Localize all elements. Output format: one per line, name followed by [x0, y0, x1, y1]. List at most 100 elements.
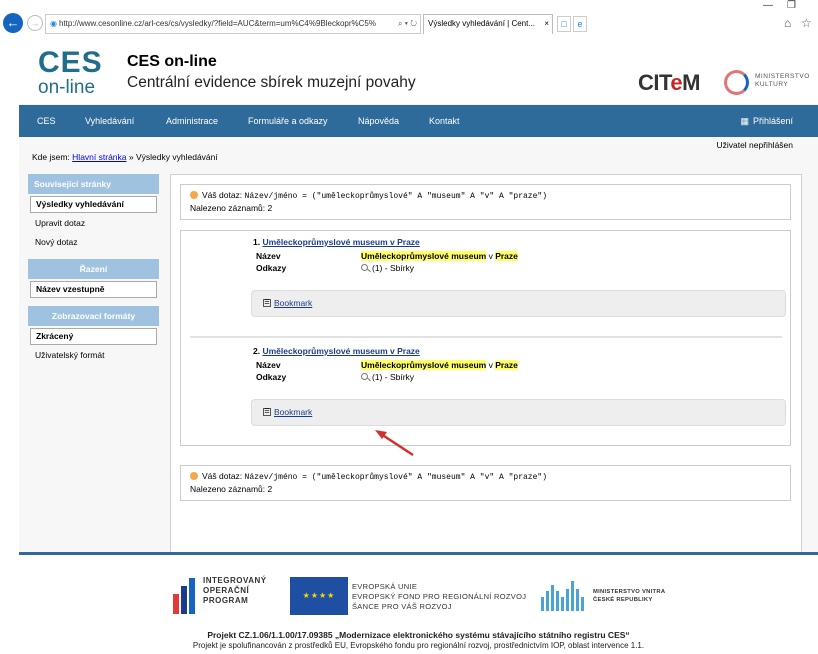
query-label: Váš dotaz: [202, 471, 243, 481]
citem-logo-e: e [670, 70, 683, 95]
address-bar[interactable]: ◉ http://www.cesonline.cz/arl-ces/cs/vysl… [45, 14, 421, 34]
iop-logo: INTEGROVANÝ OPERAČNÍ PROGRAM [173, 576, 273, 616]
found-count: 2 [267, 484, 273, 494]
tab-title: Výsledky vyhledávání | Cent... [428, 19, 536, 28]
bookmark-icon: ☰ [263, 408, 271, 416]
result-name-highlight: Praze [495, 251, 518, 261]
nav-item-administrace[interactable]: Administrace [166, 105, 218, 137]
sidebar-item-format-short[interactable]: Zkrácený [30, 328, 157, 345]
citem-logo-post: M [682, 70, 700, 95]
browser-chrome: ← → ◉ http://www.cesonline.cz/arl-ces/cs/… [0, 0, 818, 36]
site-header: CES on-line CES on-line Centrální eviden… [19, 36, 818, 104]
login-icon: ▦ [740, 116, 749, 126]
url-text: http://www.cesonline.cz/arl-ces/cs/vysle… [58, 19, 376, 28]
ministry-line2: KULTURY [755, 80, 789, 88]
mv-line: ČESKÉ REPUBLIKY [593, 596, 653, 603]
favorites-star-icon[interactable]: ☆ [801, 16, 812, 30]
ces-logo[interactable]: CES on-line [38, 46, 103, 98]
query-expression: Název/jméno = ("uměleckoprůmyslové" A "m… [244, 473, 547, 482]
sidebar-sorting-title: Řazení [28, 259, 159, 279]
eu-line: EVROPSKÝ FOND PRO REGIONÁLNÍ ROZVOJ [352, 591, 527, 601]
ministry-interior-text: MINISTERSTVO VNITRA ČESKÉ REPUBLIKY [593, 589, 665, 604]
tab-close-icon[interactable]: × [544, 15, 549, 33]
back-button[interactable]: ← [3, 13, 23, 33]
eu-stars-icon: ★★★★ [302, 591, 336, 600]
ie-icon: ◉ [50, 19, 57, 28]
found-line: Nalezeno záznamů: 2 [190, 483, 781, 496]
result-number: 2. [253, 346, 261, 356]
bookmark-link[interactable]: Bookmark [274, 407, 312, 417]
sidebar-item-new-query[interactable]: Nový dotaz [30, 234, 157, 251]
browser-tab[interactable]: Výsledky vyhledávání | Cent... × [423, 14, 553, 34]
result-title: 1. Uměleckoprůmyslové museum v Praze [253, 237, 420, 247]
breadcrumb-current: Výsledky vyhledávání [136, 152, 218, 162]
ie-tab-icon[interactable]: e [573, 16, 587, 32]
query-line: Váš dotaz: Název/jméno = ("uměleckoprůmy… [190, 189, 781, 202]
ministry-line1: MINISTERSTVO [755, 73, 810, 80]
query-box-bottom: Váš dotaz: Název/jméno = ("uměleckoprůmy… [180, 465, 791, 501]
result-title-link[interactable]: Uměleckoprůmyslové museum v Praze [262, 346, 419, 356]
nav-item-ces[interactable]: CES [37, 105, 56, 137]
result-name-mid: v [488, 251, 493, 261]
result-title-link[interactable]: Uměleckoprůmyslové museum v Praze [262, 237, 419, 247]
home-icon[interactable]: ⌂ [784, 16, 791, 30]
nav-item-napoveda[interactable]: Nápověda [358, 105, 399, 137]
magnifier-icon [361, 264, 368, 271]
result-refs-value[interactable]: (1) - Sbírky [361, 263, 414, 273]
citem-logo[interactable]: CITeM [638, 70, 700, 96]
eu-line: EVROPSKÁ UNIE [352, 582, 418, 591]
eu-text: EVROPSKÁ UNIE EVROPSKÝ FOND PRO REGIONÁL… [352, 582, 526, 611]
result-refs-text: (1) - Sbírky [372, 263, 415, 273]
project-note: Projekt je spolufinancován z prostředků … [192, 641, 645, 650]
sidebar-item-results[interactable]: Výsledky vyhledávání [30, 196, 157, 213]
login-label: Přihlášení [752, 116, 793, 126]
logo-line2: on-line [38, 77, 96, 98]
breadcrumb-separator: » [128, 152, 134, 162]
logo-line1: CES [38, 46, 103, 79]
found-label: Nalezeno záznamů: [190, 203, 266, 213]
query-label: Váš dotaz: [202, 190, 243, 200]
ministry-culture-logo-icon [724, 70, 749, 95]
annotation-arrow-icon [375, 430, 414, 457]
result-title: 2. Uměleckoprůmyslové museum v Praze [253, 346, 420, 356]
breadcrumb-prefix: Kde jsem: [32, 152, 70, 162]
query-line: Váš dotaz: Název/jméno = ("uměleckoprůmy… [190, 470, 781, 483]
query-box-top: Váš dotaz: Název/jméno = ("uměleckoprůmy… [180, 184, 791, 220]
result-name-label: Název [256, 360, 281, 370]
sidebar-item-format-user[interactable]: Uživatelský formát [30, 347, 157, 364]
sidebar: Související stránky Výsledky vyhledávání… [28, 174, 159, 372]
breadcrumb: Kde jsem: Hlavní stránka » Výsledky vyhl… [32, 152, 218, 162]
result-refs-value[interactable]: (1) - Sbírky [361, 372, 414, 382]
result-name-label: Název [256, 251, 281, 261]
result-number: 1. [253, 237, 261, 247]
result-name-value: Uměleckoprůmyslové museum v Praze [361, 251, 518, 261]
magnifier-icon [361, 373, 368, 380]
result-name-highlight: Praze [495, 360, 518, 370]
address-controls[interactable]: ⌕ ▾ ↻ [394, 15, 417, 33]
result-refs-label: Odkazy [256, 263, 287, 273]
sidebar-item-edit-query[interactable]: Upravit dotaz [30, 215, 157, 232]
nav-item-formulare[interactable]: Formuláře a odkazy [248, 105, 328, 137]
nav-item-kontakt[interactable]: Kontakt [429, 105, 460, 137]
result-name-highlight: Uměleckoprůmyslové museum [361, 251, 487, 261]
results-list: 1. Uměleckoprůmyslové museum v Praze Náz… [180, 230, 791, 446]
info-icon [190, 191, 198, 199]
bookmark-icon: ☰ [263, 299, 271, 307]
breadcrumb-home-link[interactable]: Hlavní stránka [72, 152, 126, 162]
login-link[interactable]: ▦ Přihlášení [740, 105, 793, 137]
result-refs-label: Odkazy [256, 372, 287, 382]
result-name-mid: v [488, 360, 493, 370]
sidebar-item-sort-name-asc[interactable]: Název vzestupně [30, 281, 157, 298]
iop-text: INTEGROVANÝ OPERAČNÍ PROGRAM [203, 576, 267, 606]
window-controls[interactable]: —❐ [763, 0, 810, 11]
forward-button[interactable]: → [27, 15, 43, 31]
bookmark-bar: ☰ Bookmark [251, 290, 786, 317]
info-icon [190, 472, 198, 480]
iop-line: INTEGROVANÝ [203, 576, 267, 585]
bookmark-link[interactable]: Bookmark [274, 298, 312, 308]
new-tab-icon[interactable]: □ [557, 16, 571, 32]
eu-line: ŠANCE PRO VÁŠ ROZVOJ [352, 601, 452, 611]
result-separator [190, 336, 782, 338]
nav-item-vyhledavani[interactable]: Vyhledávání [85, 105, 134, 137]
citem-logo-pre: CIT [638, 70, 671, 95]
